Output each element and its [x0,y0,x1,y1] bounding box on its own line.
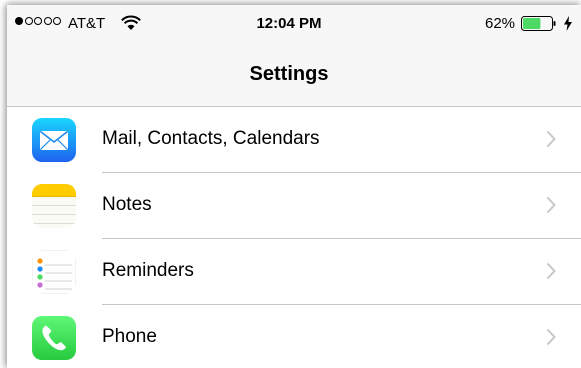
battery-percentage: 62% [485,15,516,32]
settings-row-phone[interactable]: Phone [7,305,581,368]
settings-screen: AT&T 12:04 PM 62% Settings Mail, Contact… [7,5,581,368]
status-bar: AT&T 12:04 PM 62% [7,5,581,43]
page-title: Settings [249,63,329,85]
mail-icon [32,118,76,162]
battery-icon [521,16,556,31]
chevron-right-icon [546,328,556,346]
phone-icon [32,316,76,360]
charging-bolt-icon [564,16,572,31]
settings-row-label: Phone [102,326,157,347]
chevron-right-icon [546,130,556,148]
chevron-right-icon [546,262,556,280]
settings-row-label: Notes [102,194,152,215]
settings-row-label: Reminders [102,260,194,281]
settings-row-reminders[interactable]: Reminders [7,239,581,305]
notes-icon [32,184,76,228]
reminders-icon [32,250,76,294]
settings-row-label: Mail, Contacts, Calendars [102,128,320,149]
settings-list: Mail, Contacts, Calendars Notes Reminder… [7,107,581,368]
navigation-bar: Settings [7,43,581,107]
settings-row-mail[interactable]: Mail, Contacts, Calendars [7,107,581,173]
chevron-right-icon [546,196,556,214]
settings-row-notes[interactable]: Notes [7,173,581,239]
